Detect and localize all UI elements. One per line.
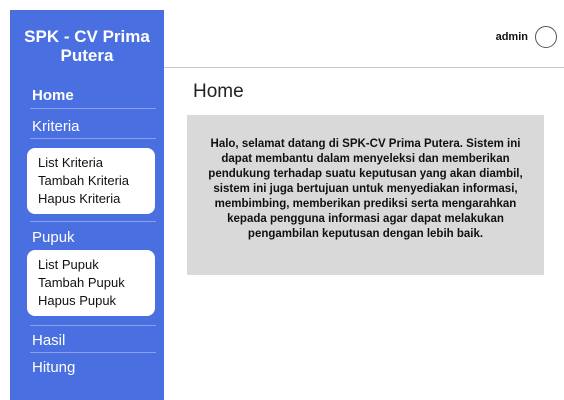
submenu-item-hapus-pupuk[interactable]: Hapus Pupuk (38, 292, 155, 310)
brand-line-2: Putera (60, 46, 114, 65)
user-avatar-icon[interactable] (535, 26, 557, 48)
submenu-item-tambah-kriteria[interactable]: Tambah Kriteria (38, 172, 155, 190)
sidebar-divider (30, 325, 156, 326)
sidebar-divider (30, 352, 156, 353)
submenu-item-list-pupuk[interactable]: List Pupuk (38, 256, 155, 274)
welcome-message-box: Halo, selamat datang di SPK-CV Prima Put… (187, 115, 544, 275)
pupuk-submenu: List Pupuk Tambah Pupuk Hapus Pupuk (27, 250, 155, 316)
sidebar-item-pupuk[interactable]: Pupuk (32, 229, 75, 246)
brand-title: SPK - CV Prima Putera (10, 27, 164, 65)
sidebar-divider (30, 221, 156, 222)
sidebar-item-home[interactable]: Home (32, 87, 74, 104)
sidebar-item-hitung[interactable]: Hitung (32, 359, 75, 376)
submenu-item-hapus-kriteria[interactable]: Hapus Kriteria (38, 190, 155, 208)
sidebar: SPK - CV Prima Putera Home Kriteria List… (10, 10, 164, 400)
submenu-item-list-kriteria[interactable]: List Kriteria (38, 154, 155, 172)
kriteria-submenu: List Kriteria Tambah Kriteria Hapus Krit… (27, 148, 155, 214)
header-divider (164, 67, 564, 68)
welcome-message-text: Halo, selamat datang di SPK-CV Prima Put… (208, 138, 523, 240)
submenu-item-tambah-pupuk[interactable]: Tambah Pupuk (38, 274, 155, 292)
sidebar-item-kriteria[interactable]: Kriteria (32, 118, 80, 135)
username-label[interactable]: admin (496, 31, 528, 43)
page-title: Home (193, 81, 244, 102)
sidebar-item-hasil[interactable]: Hasil (32, 332, 65, 349)
sidebar-divider (30, 108, 156, 109)
sidebar-divider (30, 138, 156, 139)
brand-line-1: SPK - CV Prima (24, 27, 150, 46)
